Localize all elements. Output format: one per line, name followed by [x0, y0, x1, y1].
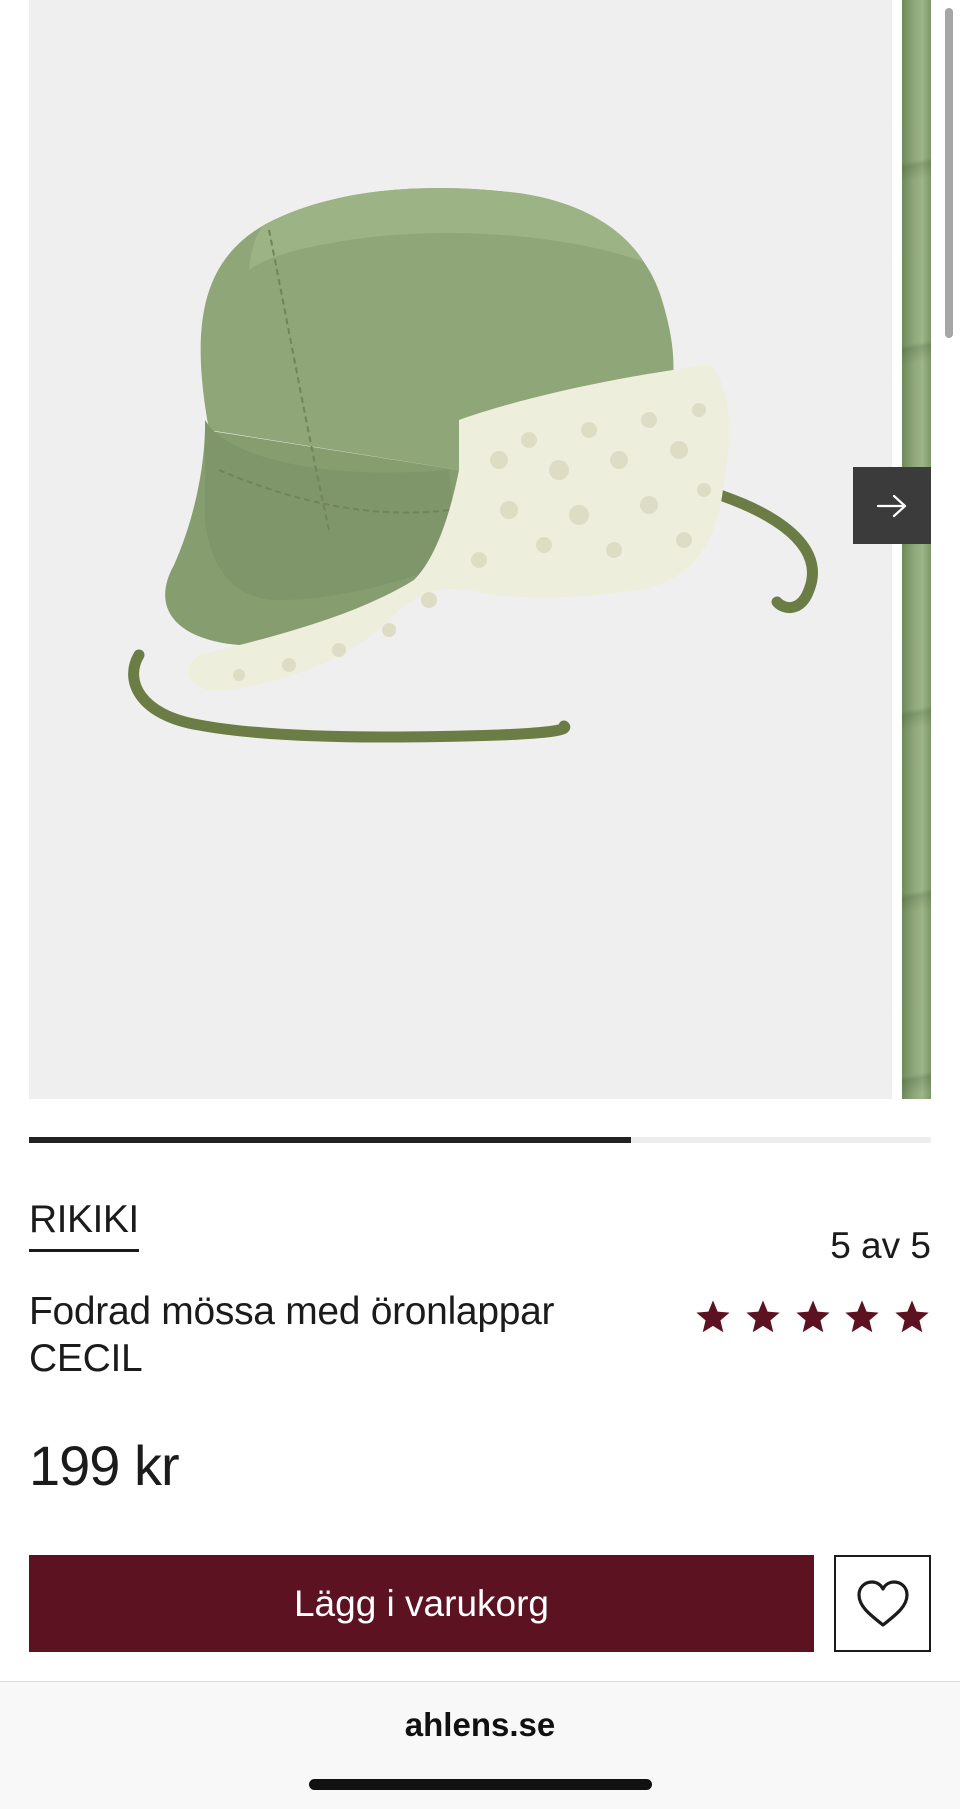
wishlist-button[interactable] — [834, 1555, 931, 1652]
arrow-right-icon — [876, 494, 907, 517]
star-icon — [845, 1300, 879, 1333]
browser-bar: ahlens.se — [0, 1681, 960, 1809]
carousel-progress — [29, 1137, 931, 1143]
product-image[interactable] — [29, 0, 892, 1099]
add-to-cart-label: Lägg i varukorg — [293, 1582, 550, 1624]
rating-stars[interactable] — [694, 1297, 931, 1337]
next-product-image-peek[interactable] — [902, 0, 931, 1099]
scroll-indicator — [945, 8, 953, 338]
url-bar[interactable]: ahlens.se — [0, 1706, 960, 1744]
add-to-cart-button[interactable]: Lägg i varukorg — [29, 1555, 814, 1652]
star-icon — [895, 1300, 929, 1333]
hat-illustration — [128, 188, 818, 743]
product-title: Fodrad mössa med öronlappar CECIL — [29, 1290, 555, 1380]
star-icon — [696, 1300, 730, 1333]
next-image-button[interactable] — [853, 467, 931, 544]
home-indicator[interactable] — [309, 1779, 652, 1790]
star-icon — [795, 1300, 830, 1333]
product-price: 199 kr — [29, 1434, 180, 1497]
carousel-progress-fill — [29, 1137, 631, 1143]
rating-text: 5 av 5 — [830, 1225, 931, 1266]
star-icon — [746, 1300, 780, 1333]
brand-link[interactable]: RIKIKI — [29, 1199, 139, 1252]
product-image-carousel[interactable] — [0, 0, 960, 1100]
heart-icon — [856, 1579, 909, 1627]
